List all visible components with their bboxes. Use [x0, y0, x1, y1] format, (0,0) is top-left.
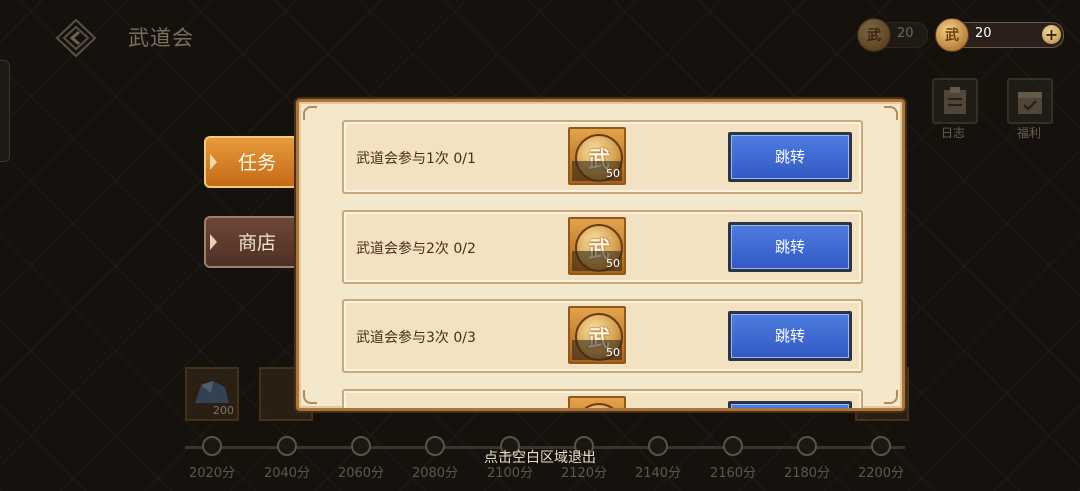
welfare-label: 福利 [1017, 126, 1042, 140]
wudao-coin-icon: 武 [935, 18, 969, 52]
add-currency-button[interactable]: + [1042, 25, 1061, 44]
reward-count: 50 [606, 346, 620, 359]
currency-value-1: 20 [897, 26, 914, 41]
exit-hint: 点击空白区域退出 [484, 450, 596, 466]
journal-button[interactable] [932, 78, 978, 124]
task-description: 武道会参与1次 0/1 [356, 151, 476, 167]
jump-button[interactable]: 跳转 [728, 311, 852, 361]
side-drawer-handle[interactable] [0, 60, 10, 162]
task-description: 武道会参与2次 0/2 [356, 241, 476, 257]
task-description: 武道会参与3次 0/3 [356, 330, 476, 346]
jump-button[interactable]: 跳转 [728, 222, 852, 272]
welfare-button[interactable] [1007, 78, 1053, 124]
reward-count: 50 [606, 257, 620, 270]
journal-label: 日志 [941, 126, 966, 140]
task-dialog: 武道会参与1次 0/1 武 50 跳转 武道会参与2次 0/2 武 50 跳转 … [296, 99, 905, 411]
ornament-corner [884, 106, 898, 120]
task-row: 武道会参与1次 0/1 武 50 跳转 [342, 120, 863, 194]
milestone-reward-count: 200 [213, 404, 234, 417]
ornament-corner [884, 390, 898, 404]
jump-button[interactable]: 跳转 [728, 132, 852, 182]
task-row: 武道会参与3次 0/3 武 50 跳转 [342, 299, 863, 373]
gift-calendar-icon [1018, 92, 1042, 114]
wudao-coin-icon: 武 [857, 18, 891, 52]
reward-count: 50 [606, 167, 620, 180]
currency-display-2: 武 20 + [935, 18, 1064, 52]
back-button[interactable] [55, 18, 97, 58]
currency-value-2: 20 [975, 26, 992, 41]
tab-task[interactable]: 任务 [204, 136, 304, 188]
back-arrow-icon [55, 18, 97, 58]
ornament-corner [303, 106, 317, 120]
milestone-reward[interactable]: 200 [185, 367, 239, 421]
reward-item[interactable]: 武 50 [568, 127, 626, 185]
task-row: 武 [342, 389, 863, 408]
journal-icon [944, 87, 966, 114]
reward-item[interactable]: 武 50 [568, 217, 626, 275]
ornament-corner [303, 390, 317, 404]
reward-item[interactable]: 武 [568, 396, 626, 408]
wudao-coin-icon: 武 [575, 403, 623, 408]
currency-display-1: 武 20 [857, 18, 928, 52]
page-title: 武道会 [128, 26, 194, 50]
reward-item[interactable]: 武 50 [568, 306, 626, 364]
task-row: 武道会参与2次 0/2 武 50 跳转 [342, 210, 863, 284]
jump-button[interactable] [728, 401, 852, 408]
tab-shop[interactable]: 商店 [204, 216, 304, 268]
